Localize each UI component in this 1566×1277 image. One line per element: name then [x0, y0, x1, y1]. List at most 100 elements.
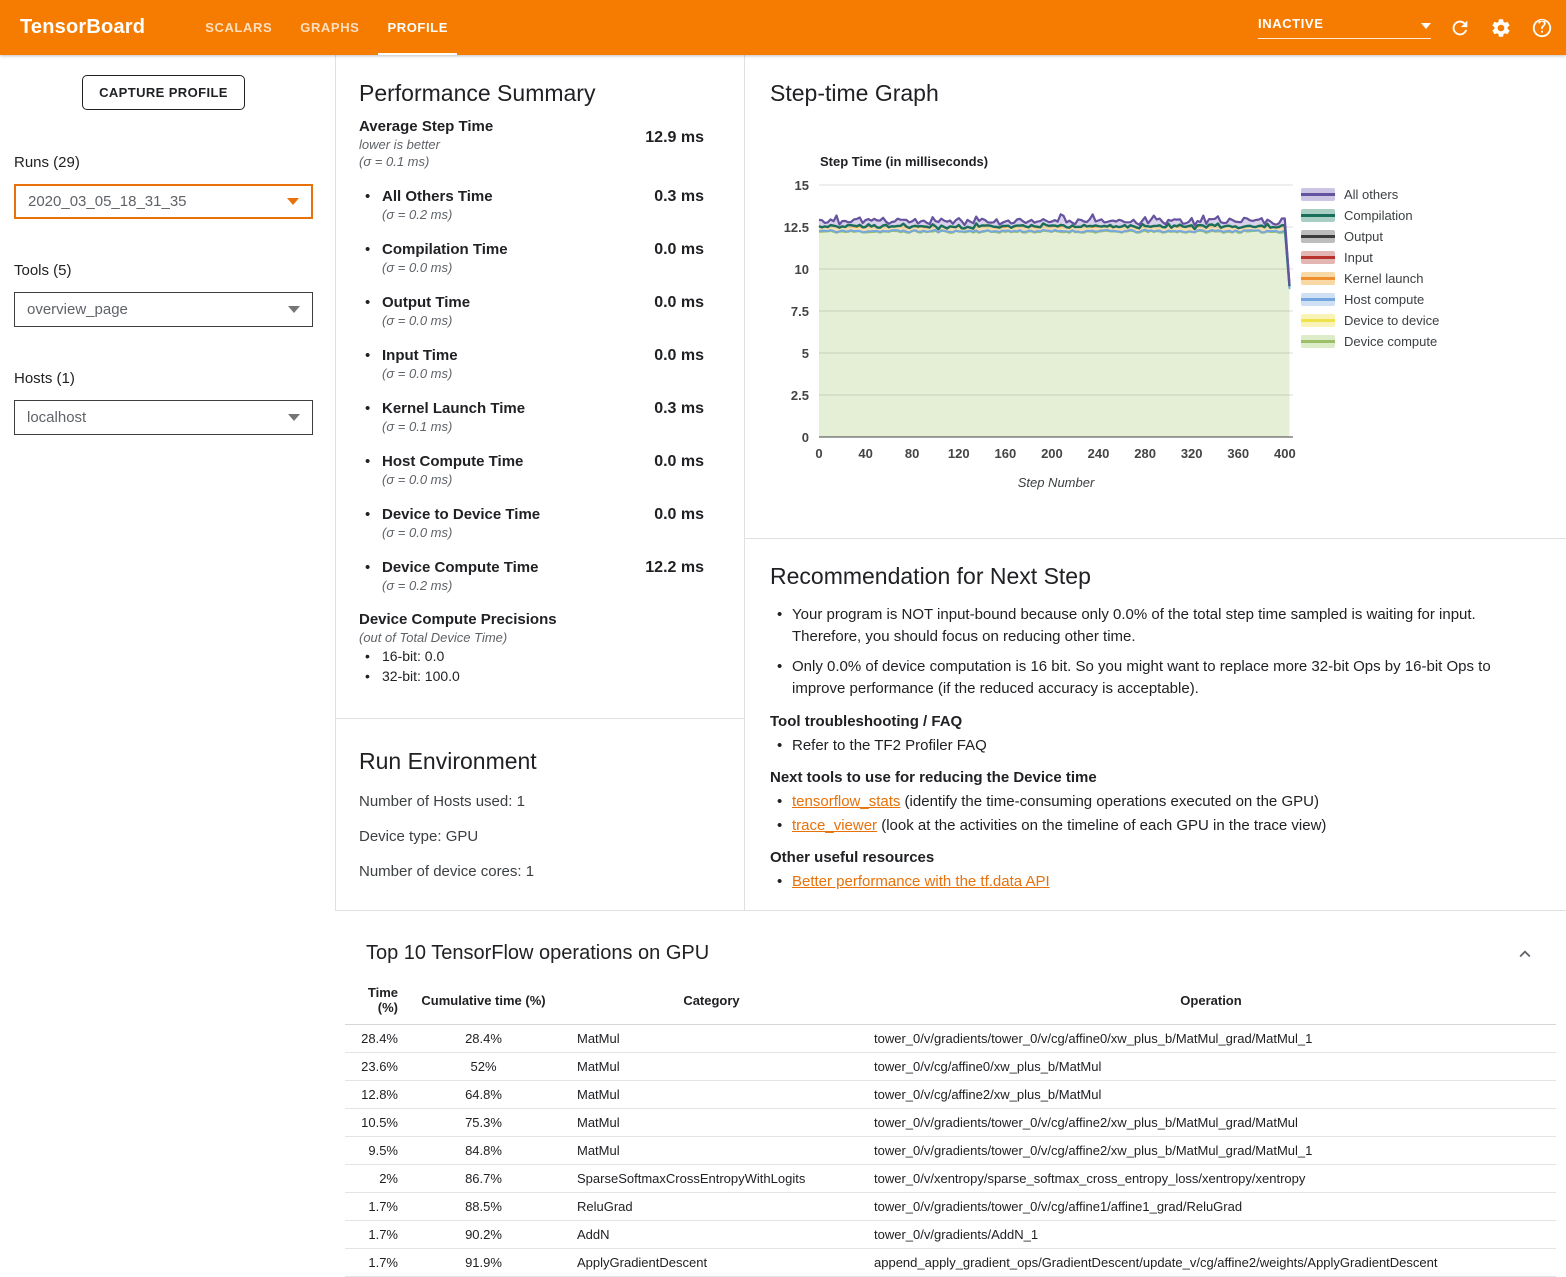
breakdown-item: • Host Compute Time (σ = 0.0 ms) 0.0 ms: [359, 452, 704, 488]
table-row: 10.5% 75.3% MatMul tower_0/v/gradients/t…: [345, 1109, 1556, 1137]
cell-category: MatMul: [557, 1109, 866, 1137]
breakdown-item-sigma: (σ = 0.2 ms): [382, 206, 704, 223]
svg-text:7.5: 7.5: [791, 304, 809, 319]
runs-select-value: 2020_03_05_18_31_35: [28, 193, 187, 210]
cell-time: 1.7%: [345, 1193, 410, 1221]
sidebar: CAPTURE PROFILE Runs (29) 2020_03_05_18_…: [0, 55, 335, 1275]
legend-item: Device compute: [1301, 335, 1439, 348]
breakdown-item-value: 0.3 ms: [654, 188, 704, 206]
help-icon[interactable]: [1530, 16, 1554, 40]
recommendation-section: Recommendation for Next Step •Your progr…: [770, 560, 1544, 892]
svg-text:0: 0: [815, 446, 822, 461]
device-compute-precisions: Device Compute Precisions (out of Total …: [359, 610, 704, 686]
bullet-icon: •: [365, 666, 370, 686]
cell-cumulative: 88.5%: [410, 1193, 557, 1221]
legend-item: Output: [1301, 230, 1439, 243]
precision-item: •16-bit: 0.0: [359, 646, 704, 666]
cell-category: ReluGrad: [557, 1193, 866, 1221]
table-row: 1.7% 91.9% ApplyGradientDescent append_a…: [345, 1249, 1556, 1277]
bullet-icon: •: [365, 188, 370, 205]
cell-operation: tower_0/v/gradients/tower_0/v/cg/affine0…: [866, 1025, 1556, 1053]
tab-scalars[interactable]: SCALARS: [191, 0, 286, 55]
precisions-subtitle: (out of Total Device Time): [359, 629, 704, 646]
cell-time: 1.7%: [345, 1249, 410, 1277]
next-tool-item: •tensorflow_stats (identify the time-con…: [770, 791, 1544, 812]
breakdown-item-value: 0.3 ms: [654, 400, 704, 418]
breakdown-item: • Device Compute Time (σ = 0.2 ms) 12.2 …: [359, 558, 704, 594]
cell-category: MatMul: [557, 1081, 866, 1109]
cell-operation: tower_0/v/cg/affine2/xw_plus_b/MatMul: [866, 1081, 1556, 1109]
bullet-icon: •: [365, 294, 370, 311]
cell-operation: append_apply_gradient_ops/GradientDescen…: [866, 1249, 1556, 1277]
hosts-select[interactable]: localhost: [14, 400, 313, 435]
bullet-icon: •: [365, 453, 370, 470]
table-row: 28.4% 28.4% MatMul tower_0/v/gradients/t…: [345, 1025, 1556, 1053]
breakdown-item-sigma: (σ = 0.0 ms): [382, 312, 704, 329]
breakdown-item-value: 12.2 ms: [645, 559, 704, 577]
cell-cumulative: 90.2%: [410, 1221, 557, 1249]
svg-text:10: 10: [795, 262, 809, 277]
hosts-label: Hosts (1): [14, 370, 313, 387]
breakdown-item-value: 0.0 ms: [654, 294, 704, 312]
breakdown-item: • All Others Time (σ = 0.2 ms) 0.3 ms: [359, 187, 704, 223]
col-header-operation: Operation: [866, 985, 1556, 1025]
chevron-down-icon: [288, 306, 300, 313]
svg-text:280: 280: [1134, 446, 1156, 461]
breakdown-item-sigma: (σ = 0.0 ms): [382, 365, 704, 382]
svg-text:400: 400: [1274, 446, 1296, 461]
cell-cumulative: 84.8%: [410, 1137, 557, 1165]
average-step-time-sigma: (σ = 0.1 ms): [359, 153, 704, 170]
tool-link[interactable]: trace_viewer: [792, 817, 877, 834]
table-row: 2% 86.7% SparseSoftmaxCrossEntropyWithLo…: [345, 1165, 1556, 1193]
cell-cumulative: 75.3%: [410, 1109, 557, 1137]
legend-swatch: [1301, 188, 1335, 201]
bullet-icon: •: [777, 815, 782, 836]
breakdown-item-sigma: (σ = 0.1 ms): [382, 418, 704, 435]
svg-text:320: 320: [1181, 446, 1203, 461]
gear-icon[interactable]: [1489, 16, 1513, 40]
legend-label: Output: [1344, 229, 1383, 244]
cell-cumulative: 86.7%: [410, 1165, 557, 1193]
legend-label: Device to device: [1344, 313, 1439, 328]
breakdown-item-value: 0.0 ms: [654, 347, 704, 365]
col-header-time: Time (%): [345, 985, 410, 1025]
tool-link[interactable]: tensorflow_stats: [792, 793, 900, 810]
cell-operation: tower_0/v/gradients/tower_0/v/cg/affine1…: [866, 1193, 1556, 1221]
legend-label: Compilation: [1344, 208, 1413, 223]
svg-text:240: 240: [1088, 446, 1110, 461]
tools-label: Tools (5): [14, 262, 313, 279]
cell-cumulative: 52%: [410, 1053, 557, 1081]
next-tools-heading: Next tools to use for reducing the Devic…: [770, 768, 1544, 788]
tab-profile[interactable]: PROFILE: [373, 0, 462, 55]
bullet-icon: •: [777, 735, 782, 756]
legend-item: All others: [1301, 188, 1439, 201]
top-app-bar: TensorBoard SCALARS GRAPHS PROFILE INACT…: [0, 0, 1566, 55]
bullet-icon: •: [777, 871, 782, 892]
table-row: 23.6% 52% MatMul tower_0/v/cg/affine0/xw…: [345, 1053, 1556, 1081]
tfdata-link[interactable]: Better performance with the tf.data API: [792, 873, 1050, 890]
svg-text:Step Number: Step Number: [1018, 475, 1095, 490]
tab-graphs[interactable]: GRAPHS: [286, 0, 373, 55]
svg-text:0: 0: [802, 430, 809, 445]
refresh-icon[interactable]: [1448, 16, 1472, 40]
breakdown-item-sigma: (σ = 0.0 ms): [382, 259, 704, 276]
runs-label: Runs (29): [14, 154, 313, 171]
faq-heading: Tool troubleshooting / FAQ: [770, 712, 1544, 732]
breakdown-item: • Device to Device Time (σ = 0.0 ms) 0.0…: [359, 505, 704, 541]
cell-category: AddN: [557, 1221, 866, 1249]
legend-item: Host compute: [1301, 293, 1439, 306]
bullet-icon: •: [365, 559, 370, 576]
run-environment-line: Number of Hosts used: 1: [359, 792, 704, 812]
runs-select[interactable]: 2020_03_05_18_31_35: [14, 184, 313, 219]
tools-select[interactable]: overview_page: [14, 292, 313, 327]
cell-time: 10.5%: [345, 1109, 410, 1137]
cell-time: 1.7%: [345, 1221, 410, 1249]
collapse-chevron-up-icon[interactable]: [1514, 943, 1538, 967]
cell-category: SparseSoftmaxCrossEntropyWithLogits: [557, 1165, 866, 1193]
breakdown-item: • Output Time (σ = 0.0 ms) 0.0 ms: [359, 293, 704, 329]
capture-profile-button[interactable]: CAPTURE PROFILE: [82, 75, 245, 110]
bullet-icon: •: [365, 347, 370, 364]
chevron-down-icon: [1421, 23, 1431, 29]
svg-text:15: 15: [795, 178, 809, 193]
reload-status-select[interactable]: INACTIVE: [1258, 16, 1431, 39]
